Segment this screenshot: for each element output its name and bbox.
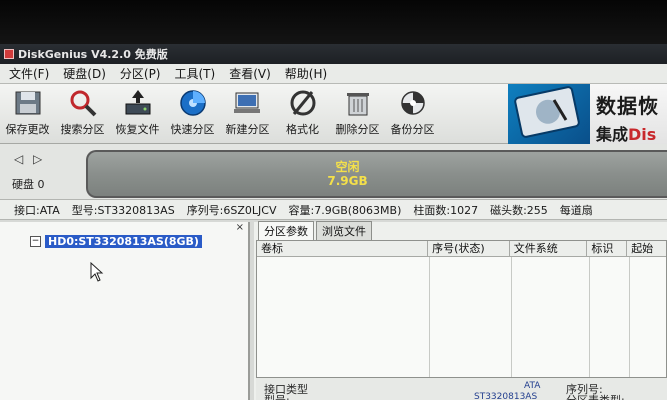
interface-type-value: ATA bbox=[524, 381, 541, 391]
search-partition-label: 搜索分区 bbox=[60, 123, 105, 136]
toolbar: 保存更改 搜索分区 恢复文件 快速分区 新建分区 格式化 删除分区 备份分区 数… bbox=[0, 84, 667, 144]
search-partition-button[interactable]: 搜索分区 bbox=[55, 84, 110, 144]
partition-table: 卷标 序号(状态) 文件系统 标识 起始 bbox=[256, 240, 667, 378]
monitor-bezel bbox=[0, 0, 667, 44]
disk-capacity: 容量:7.9GB(8063MB) bbox=[288, 203, 402, 217]
brand-text: 数据恢 集成Dis bbox=[590, 84, 659, 144]
disk-info-bar: 接口:ATA 型号:ST3320813AS 序列号:6SZ0LJCV 容量:7.… bbox=[0, 200, 667, 220]
disk-interface: 接口:ATA bbox=[14, 203, 60, 217]
menu-partition[interactable]: 分区(P) bbox=[113, 65, 168, 82]
disk-serial: 序列号:6SZ0LJCV bbox=[186, 203, 277, 217]
delete-icon bbox=[341, 88, 375, 118]
delete-partition-button[interactable]: 删除分区 bbox=[330, 84, 385, 144]
disk-label: 硬盘 0 bbox=[12, 178, 45, 191]
free-space-text: 空闲 7.9GB bbox=[88, 160, 607, 188]
diskgenius-window: DiskGenius V4.2.0 免费版 文件(F) 硬盘(D) 分区(P) … bbox=[0, 44, 667, 400]
free-size: 7.9GB bbox=[327, 174, 368, 188]
window-title: DiskGenius V4.2.0 免费版 bbox=[18, 48, 168, 61]
mouse-pointer-icon bbox=[90, 261, 104, 285]
title-bar: DiskGenius V4.2.0 免费版 bbox=[0, 44, 667, 64]
restore-files-button[interactable]: 恢复文件 bbox=[110, 84, 165, 144]
model-label: 型号: bbox=[264, 392, 290, 400]
brand-line1: 数据恢 bbox=[596, 94, 659, 118]
brand-line2: 集成Dis bbox=[596, 121, 659, 145]
backup-icon bbox=[396, 88, 430, 118]
new-partition-label: 新建分区 bbox=[225, 123, 270, 136]
col-volume-label[interactable]: 卷标 bbox=[257, 241, 429, 256]
format-icon bbox=[286, 88, 320, 118]
free-space-segment[interactable]: 空闲 7.9GB bbox=[86, 150, 667, 198]
col-start[interactable]: 起始 bbox=[627, 241, 666, 256]
lower-pane: × − HD0:ST3320813AS(8GB) 分区参数 浏览文件 卷标 序号… bbox=[0, 221, 667, 400]
col-id[interactable]: 标识 bbox=[587, 241, 628, 256]
brand-line2-prefix: 集成 bbox=[596, 125, 629, 144]
save-icon bbox=[11, 88, 45, 118]
search-icon bbox=[66, 88, 100, 118]
menu-view[interactable]: 查看(V) bbox=[222, 65, 278, 82]
model-value: ST3320813AS bbox=[474, 392, 538, 400]
new-partition-button[interactable]: 新建分区 bbox=[220, 84, 275, 144]
tree-close-button[interactable]: × bbox=[0, 222, 248, 234]
menu-help[interactable]: 帮助(H) bbox=[278, 65, 334, 82]
menu-tools[interactable]: 工具(T) bbox=[168, 65, 223, 82]
menu-file[interactable]: 文件(F) bbox=[2, 65, 56, 82]
tab-partition-params[interactable]: 分区参数 bbox=[258, 221, 314, 240]
quick-partition-label: 快速分区 bbox=[170, 123, 215, 136]
restore-icon bbox=[121, 88, 155, 118]
menu-disk[interactable]: 硬盘(D) bbox=[56, 65, 113, 82]
disk-map-bar: ◁ ▷ 硬盘 0 空闲 7.9GB bbox=[0, 144, 667, 200]
backup-partition-button[interactable]: 备份分区 bbox=[385, 84, 440, 144]
backup-partition-label: 备份分区 bbox=[390, 123, 435, 136]
free-label: 空闲 bbox=[335, 160, 360, 174]
quick-partition-icon bbox=[176, 88, 210, 118]
disk-nav-arrows[interactable]: ◁ ▷ bbox=[14, 152, 45, 166]
grid-divider bbox=[629, 257, 630, 377]
restore-files-label: 恢复文件 bbox=[115, 123, 160, 136]
grid-divider bbox=[511, 257, 512, 377]
brand-line2-suffix: Dis bbox=[628, 125, 657, 144]
disk-node-label[interactable]: HD0:ST3320813AS(8GB) bbox=[45, 235, 202, 248]
disk-cylinders: 柱面数:1027 bbox=[413, 203, 479, 217]
quick-partition-button[interactable]: 快速分区 bbox=[165, 84, 220, 144]
grid-divider bbox=[429, 257, 430, 377]
collapse-icon[interactable]: − bbox=[30, 236, 41, 247]
harddisk-logo-icon bbox=[508, 84, 590, 144]
delete-partition-label: 删除分区 bbox=[335, 123, 380, 136]
disk-sectors: 每道扇 bbox=[559, 203, 593, 217]
save-changes-label: 保存更改 bbox=[5, 123, 50, 136]
disk-model: 型号:ST3320813AS bbox=[71, 203, 175, 217]
disk-details: 接口类型 ATA 序列号: 型号: ST3320813AS 分区表类型: bbox=[256, 378, 667, 400]
app-icon bbox=[4, 49, 14, 59]
format-button[interactable]: 格式化 bbox=[275, 84, 330, 144]
col-filesystem[interactable]: 文件系统 bbox=[510, 241, 588, 256]
col-index-status[interactable]: 序号(状态) bbox=[428, 241, 510, 256]
format-label: 格式化 bbox=[286, 123, 319, 136]
menu-bar: 文件(F) 硬盘(D) 分区(P) 工具(T) 查看(V) 帮助(H) bbox=[0, 64, 667, 84]
tree-node-hd0[interactable]: − HD0:ST3320813AS(8GB) bbox=[30, 235, 202, 248]
partition-detail-panel: 分区参数 浏览文件 卷标 序号(状态) 文件系统 标识 起始 接口类型 ATA bbox=[254, 221, 667, 400]
grid-divider bbox=[589, 257, 590, 377]
detail-tabs: 分区参数 浏览文件 bbox=[254, 221, 667, 240]
brand-banner: 数据恢 集成Dis bbox=[508, 84, 667, 144]
new-partition-icon bbox=[231, 88, 265, 118]
disk-heads: 磁头数:255 bbox=[490, 203, 548, 217]
save-changes-button[interactable]: 保存更改 bbox=[0, 84, 55, 144]
tab-browse-files[interactable]: 浏览文件 bbox=[316, 221, 372, 240]
disk-tree-panel: × − HD0:ST3320813AS(8GB) bbox=[0, 222, 250, 400]
partition-table-header: 卷标 序号(状态) 文件系统 标识 起始 bbox=[257, 241, 666, 257]
partition-table-type-label: 分区表类型: bbox=[566, 392, 625, 400]
